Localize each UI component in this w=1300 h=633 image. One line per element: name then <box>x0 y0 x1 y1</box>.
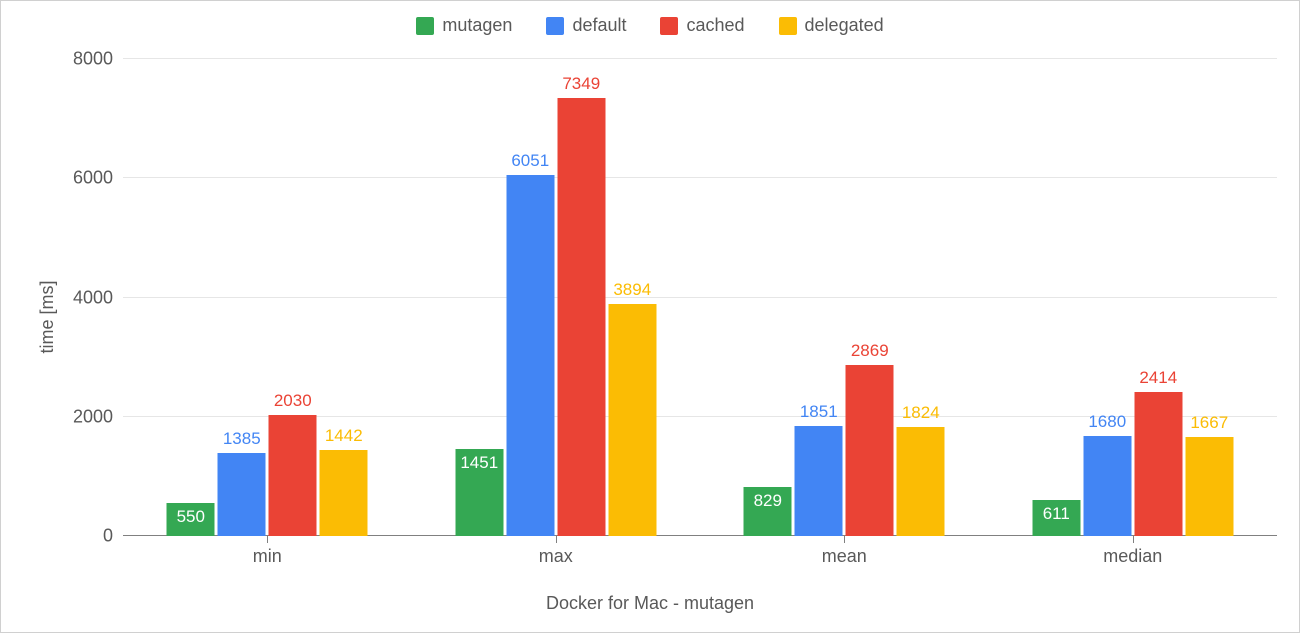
bar-value-label: 1851 <box>800 402 838 422</box>
legend-item-mutagen: mutagen <box>416 15 512 36</box>
bar-default: 6051 <box>506 175 554 536</box>
legend-swatch <box>660 17 678 35</box>
bar-cluster: 829185128691824 <box>744 365 945 536</box>
x-tick-mark <box>556 536 557 543</box>
y-tick-label: 8000 <box>53 49 123 70</box>
x-tick-label: mean <box>700 536 989 567</box>
x-tick-mark <box>1133 536 1134 543</box>
bar-cached: 2869 <box>846 365 894 536</box>
bar-delegated: 1667 <box>1185 437 1233 536</box>
legend-item-delegated: delegated <box>779 15 884 36</box>
bar-rect <box>1185 437 1233 536</box>
bar-cluster: 1451605173493894 <box>455 98 656 536</box>
x-tick-mark <box>267 536 268 543</box>
bar-value-label: 6051 <box>511 151 549 171</box>
group-min: 550138520301442min <box>123 59 412 536</box>
bar-value-label: 1385 <box>223 429 261 449</box>
bar-mutagen: 829 <box>744 487 792 536</box>
bar-rect <box>506 175 554 536</box>
bar-default: 1680 <box>1083 436 1131 536</box>
bar-mutagen: 550 <box>167 503 215 536</box>
legend-label: default <box>572 15 626 36</box>
legend-item-cached: cached <box>660 15 744 36</box>
bar-value-label: 2414 <box>1139 368 1177 388</box>
bar-cached: 2414 <box>1134 392 1182 536</box>
bar-value-label: 2869 <box>851 341 889 361</box>
bar-value-label: 3894 <box>613 280 651 300</box>
bar-value-label: 2030 <box>274 391 312 411</box>
bar-default: 1851 <box>795 426 843 536</box>
bar-value-label: 1451 <box>460 453 498 473</box>
bar-groups: 550138520301442min1451605173493894max829… <box>123 59 1277 536</box>
legend-swatch <box>546 17 564 35</box>
bar-rect <box>795 426 843 536</box>
bar-rect <box>1134 392 1182 536</box>
y-tick-label: 0 <box>53 526 123 547</box>
bar-rect <box>897 427 945 536</box>
bar-default: 1385 <box>218 453 266 536</box>
plot-area: 02000400060008000 550138520301442min1451… <box>123 59 1277 536</box>
x-tick-label: max <box>412 536 701 567</box>
x-tick-label: median <box>989 536 1278 567</box>
bar-rect <box>218 453 266 536</box>
bar-cached: 2030 <box>269 415 317 536</box>
legend-label: cached <box>686 15 744 36</box>
bar-rect <box>269 415 317 536</box>
legend-label: mutagen <box>442 15 512 36</box>
bar-value-label: 1442 <box>325 426 363 446</box>
legend-swatch <box>779 17 797 35</box>
bar-cluster: 550138520301442 <box>167 415 368 536</box>
group-median: 611168024141667median <box>989 59 1278 536</box>
legend-swatch <box>416 17 434 35</box>
y-tick-label: 2000 <box>53 406 123 427</box>
bar-value-label: 1680 <box>1088 412 1126 432</box>
y-tick-label: 4000 <box>53 287 123 308</box>
bar-value-label: 7349 <box>562 74 600 94</box>
bar-rect <box>320 450 368 536</box>
bar-mutagen: 611 <box>1032 500 1080 536</box>
x-tick-label: min <box>123 536 412 567</box>
x-axis-label: Docker for Mac - mutagen <box>1 593 1299 614</box>
bar-mutagen: 1451 <box>455 449 503 536</box>
bar-value-label: 611 <box>1043 504 1070 524</box>
bar-rect <box>557 98 605 536</box>
bar-value-label: 550 <box>177 507 205 527</box>
bar-rect <box>1083 436 1131 536</box>
chart-frame: mutagendefaultcacheddelegated time [ms] … <box>0 0 1300 633</box>
legend-item-default: default <box>546 15 626 36</box>
group-mean: 829185128691824mean <box>700 59 989 536</box>
x-tick-mark <box>844 536 845 543</box>
bar-value-label: 1824 <box>902 403 940 423</box>
legend: mutagen default cached delegated <box>1 15 1299 36</box>
bar-rect <box>608 304 656 536</box>
group-max: 1451605173493894max <box>412 59 701 536</box>
bar-value-label: 1667 <box>1190 413 1228 433</box>
bar-delegated: 3894 <box>608 304 656 536</box>
bar-cached: 7349 <box>557 98 605 536</box>
bar-cluster: 611168024141667 <box>1032 392 1233 536</box>
bar-delegated: 1442 <box>320 450 368 536</box>
bar-value-label: 829 <box>754 491 782 511</box>
y-tick-label: 6000 <box>53 168 123 189</box>
bar-rect <box>846 365 894 536</box>
bar-delegated: 1824 <box>897 427 945 536</box>
legend-label: delegated <box>805 15 884 36</box>
